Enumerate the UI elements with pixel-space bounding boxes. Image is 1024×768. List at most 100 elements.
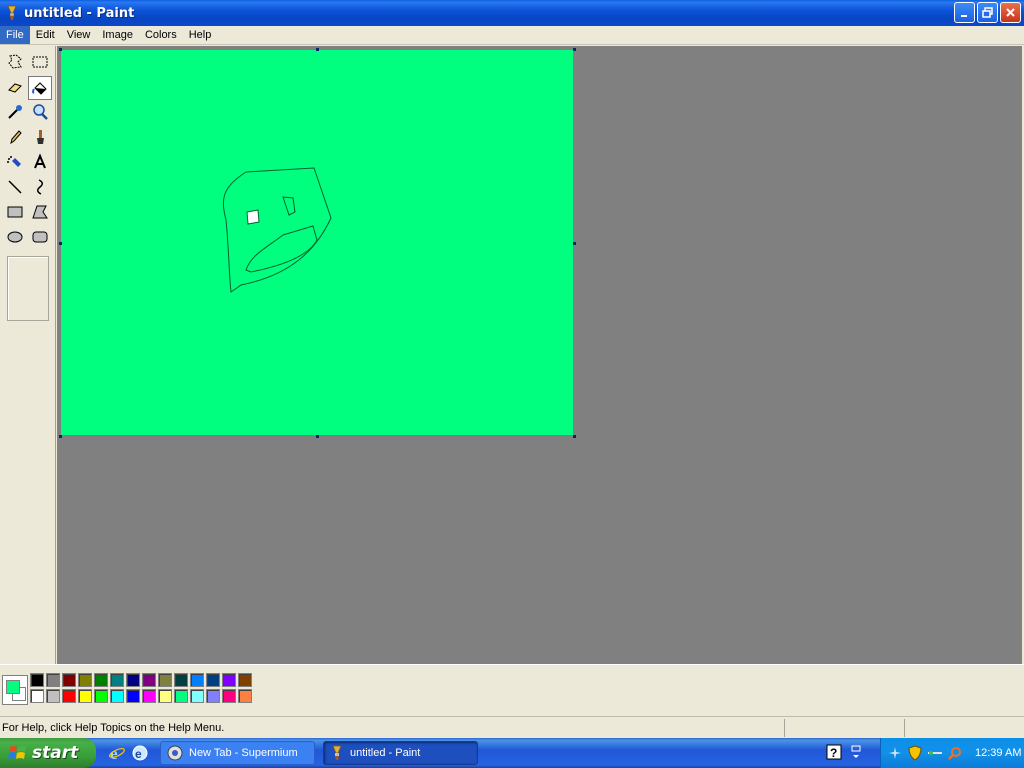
menu-image[interactable]: Image [96, 26, 139, 44]
status-pane-coordinates [784, 719, 904, 737]
palette-swatch[interactable] [174, 689, 188, 703]
tool-pick-color[interactable] [3, 100, 27, 124]
restore-button[interactable] [977, 2, 998, 23]
connection-icon[interactable] [927, 745, 943, 761]
resize-handle [573, 48, 576, 51]
taskbar-clock[interactable]: 12:39 AM [975, 747, 1021, 759]
palette-swatch[interactable] [78, 673, 92, 687]
network-icon[interactable] [887, 745, 903, 761]
menu-edit[interactable]: Edit [30, 26, 61, 44]
minimize-button[interactable] [954, 2, 975, 23]
pick-color-icon [8, 105, 22, 119]
menu-help[interactable]: Help [183, 26, 218, 44]
eraser-icon [8, 83, 22, 93]
tool-text[interactable] [28, 150, 52, 174]
svg-text:?: ? [830, 746, 837, 760]
palette-swatch[interactable] [62, 689, 76, 703]
palette-swatch[interactable] [206, 689, 220, 703]
free-form-select-icon [8, 54, 22, 69]
tool-curve[interactable] [28, 175, 52, 199]
tool-pencil[interactable] [3, 125, 27, 149]
face-drawing [223, 167, 332, 293]
palette-swatch[interactable] [158, 673, 172, 687]
tool-rectangle[interactable] [3, 200, 27, 224]
taskbar-item-paint[interactable]: untitled - Paint [323, 741, 478, 765]
title-bar[interactable]: untitled - Paint [0, 0, 1024, 26]
palette-swatch[interactable] [238, 673, 252, 687]
help-icon[interactable]: ? [826, 744, 842, 760]
windows-logo-icon [8, 746, 26, 759]
start-button[interactable]: start [0, 738, 96, 768]
ie-quicklaunch[interactable]: e [108, 744, 126, 762]
palette-swatch[interactable] [222, 689, 236, 703]
palette-swatch[interactable] [174, 673, 188, 687]
restore-icon [982, 7, 993, 18]
rounded-rectangle-icon [32, 231, 48, 243]
resize-handle[interactable] [573, 242, 576, 245]
menu-view[interactable]: View [61, 26, 97, 44]
palette-swatch[interactable] [190, 689, 204, 703]
language-options-icon[interactable] [850, 744, 862, 760]
resize-handle [316, 48, 319, 51]
palette-swatch[interactable] [46, 689, 60, 703]
palette-swatch[interactable] [46, 673, 60, 687]
palette-swatch[interactable] [62, 673, 76, 687]
resize-handle[interactable] [316, 435, 319, 438]
brush-icon [37, 130, 44, 144]
svg-text:e: e [135, 747, 142, 761]
internet-explorer-icon: e [109, 744, 125, 762]
palette-swatch[interactable] [142, 689, 156, 703]
palette-swatch[interactable] [126, 689, 140, 703]
pencil-icon [10, 130, 22, 145]
menu-file[interactable]: File [0, 26, 30, 44]
palette-swatch[interactable] [126, 673, 140, 687]
status-bar: For Help, click Help Topics on the Help … [0, 716, 1024, 738]
palette-swatch[interactable] [94, 673, 108, 687]
color-box [0, 664, 1024, 712]
ellipse-icon [7, 231, 23, 243]
palette-swatch[interactable] [142, 673, 156, 687]
resize-handle [59, 435, 62, 438]
palette-swatch[interactable] [78, 689, 92, 703]
palette-swatch[interactable] [190, 673, 204, 687]
taskbar-item-supermium[interactable]: New Tab - Supermium [160, 741, 315, 765]
close-icon [1006, 8, 1015, 17]
tool-eraser[interactable] [3, 75, 27, 99]
tool-brush[interactable] [28, 125, 52, 149]
tool-select[interactable] [28, 50, 52, 74]
tool-line[interactable] [3, 175, 27, 199]
tool-free-form-select[interactable] [3, 50, 27, 74]
paint-app-icon[interactable] [4, 5, 20, 21]
status-help-text: For Help, click Help Topics on the Help … [2, 722, 225, 734]
tool-magnifier[interactable] [28, 100, 52, 124]
close-button[interactable] [1000, 2, 1021, 23]
palette-swatch[interactable] [222, 673, 236, 687]
resize-handle[interactable] [573, 435, 576, 438]
drawing-canvas[interactable] [61, 50, 573, 435]
tool-options-box[interactable] [7, 256, 49, 321]
magnifier-icon [33, 104, 48, 120]
tool-ellipse[interactable] [3, 225, 27, 249]
palette-swatch[interactable] [238, 689, 252, 703]
tool-rounded-rectangle[interactable] [28, 225, 52, 249]
palette-swatch[interactable] [94, 689, 108, 703]
line-icon [8, 180, 22, 194]
palette-swatch[interactable] [206, 673, 220, 687]
security-shield-icon[interactable] [907, 745, 923, 761]
tool-airbrush[interactable] [3, 150, 27, 174]
tool-polygon[interactable] [28, 200, 52, 224]
tool-fill[interactable] [28, 76, 52, 100]
palette-swatch[interactable] [110, 673, 124, 687]
palette-swatch[interactable] [30, 689, 44, 703]
menu-colors[interactable]: Colors [139, 26, 183, 44]
language-bar: ? [826, 744, 862, 760]
palette-swatch[interactable] [30, 673, 44, 687]
canvas-workspace[interactable] [57, 46, 1022, 664]
search-icon[interactable] [947, 745, 963, 761]
select-icon [32, 56, 48, 68]
browser-quicklaunch[interactable]: e [131, 744, 149, 762]
palette-swatch[interactable] [110, 689, 124, 703]
system-tray: 12:39 AM [880, 738, 1024, 768]
palette-swatch[interactable] [158, 689, 172, 703]
taskbar-item-label: New Tab - Supermium [189, 747, 298, 759]
